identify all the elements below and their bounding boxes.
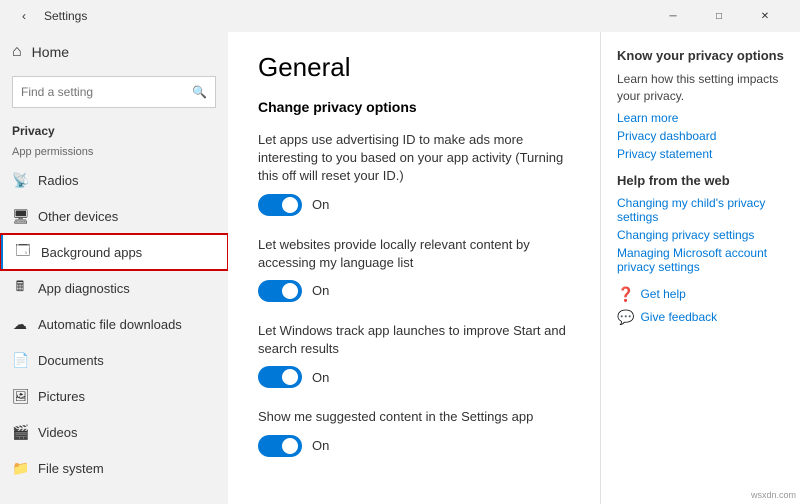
pictures-icon: 🖼: [12, 388, 28, 405]
minimize-button[interactable]: ─: [650, 0, 696, 32]
documents-label: Documents: [38, 353, 104, 368]
app-launches-toggle[interactable]: [258, 366, 302, 388]
back-button[interactable]: ‹: [12, 4, 36, 28]
language-list-description: Let websites provide locally relevant co…: [258, 236, 570, 272]
file-system-icon: 📁: [12, 460, 28, 477]
sidebar-item-other-devices[interactable]: 🖥 Other devices: [0, 198, 228, 234]
app-body: ⌂ Home 🔍 Privacy App permissions 📡 Radio…: [0, 32, 800, 504]
language-list-toggle-label: On: [312, 283, 329, 298]
privacy-section-label: Privacy: [0, 116, 228, 142]
app-permissions-label: App permissions: [0, 142, 228, 162]
documents-icon: 📄: [12, 352, 28, 369]
setting-suggested-content: Show me suggested content in the Setting…: [258, 408, 570, 456]
sidebar-item-file-system[interactable]: 📁 File system: [0, 450, 228, 486]
setting-advertising-id: Let apps use advertising ID to make ads …: [258, 131, 570, 216]
other-devices-icon: 🖥: [12, 208, 28, 225]
suggested-content-toggle-label: On: [312, 438, 329, 453]
advertising-id-toggle-row: On: [258, 194, 570, 216]
search-input[interactable]: [21, 85, 186, 99]
main-content: General Change privacy options Let apps …: [228, 32, 600, 504]
window-controls: ─ □ ✕: [650, 0, 788, 32]
privacy-dashboard-link[interactable]: Privacy dashboard: [617, 129, 784, 143]
right-panel: Know your privacy options Learn how this…: [600, 32, 800, 504]
watermark: wsxdn.com: [751, 490, 796, 500]
sidebar-item-auto-file-downloads[interactable]: ☁ Automatic file downloads: [0, 306, 228, 342]
get-help-action[interactable]: ❓ Get help: [617, 286, 784, 303]
background-apps-icon: 🗔: [15, 240, 31, 264]
app-diagnostics-icon: 🖩: [12, 276, 28, 300]
sidebar: ⌂ Home 🔍 Privacy App permissions 📡 Radio…: [0, 32, 228, 504]
background-apps-label: Background apps: [41, 245, 142, 260]
give-feedback-action[interactable]: 💬 Give feedback: [617, 309, 784, 326]
child-privacy-link[interactable]: Changing my child's privacy settings: [617, 196, 784, 224]
app-launches-toggle-label: On: [312, 370, 329, 385]
pictures-label: Pictures: [38, 389, 85, 404]
file-system-label: File system: [38, 461, 104, 476]
sidebar-item-videos[interactable]: 🎬 Videos: [0, 414, 228, 450]
get-help-label: Get help: [640, 287, 685, 301]
app-launches-description: Let Windows track app launches to improv…: [258, 322, 570, 358]
setting-language-list: Let websites provide locally relevant co…: [258, 236, 570, 302]
home-icon: ⌂: [12, 43, 22, 61]
get-help-icon: ❓: [617, 286, 634, 303]
suggested-content-toggle[interactable]: [258, 435, 302, 457]
radios-icon: 📡: [12, 172, 28, 189]
suggested-content-toggle-row: On: [258, 435, 570, 457]
sidebar-item-app-diagnostics[interactable]: 🖩 App diagnostics: [0, 270, 228, 306]
microsoft-account-link[interactable]: Managing Microsoft account privacy setti…: [617, 246, 784, 274]
change-privacy-link[interactable]: Changing privacy settings: [617, 228, 784, 242]
give-feedback-label: Give feedback: [640, 310, 717, 324]
know-privacy-title: Know your privacy options: [617, 48, 784, 63]
app-diagnostics-label: App diagnostics: [38, 281, 130, 296]
sidebar-item-radios[interactable]: 📡 Radios: [0, 162, 228, 198]
help-from-web-title: Help from the web: [617, 173, 784, 188]
search-box[interactable]: 🔍: [12, 76, 216, 108]
sidebar-item-pictures[interactable]: 🖼 Pictures: [0, 378, 228, 414]
close-button[interactable]: ✕: [742, 0, 788, 32]
advertising-id-description: Let apps use advertising ID to make ads …: [258, 131, 570, 186]
advertising-id-toggle-label: On: [312, 197, 329, 212]
advertising-id-toggle[interactable]: [258, 194, 302, 216]
videos-icon: 🎬: [12, 424, 28, 441]
give-feedback-icon: 💬: [617, 309, 634, 326]
sidebar-item-documents[interactable]: 📄 Documents: [0, 342, 228, 378]
language-list-toggle-row: On: [258, 280, 570, 302]
page-title: General: [258, 52, 570, 83]
learn-more-link[interactable]: Learn more: [617, 111, 784, 125]
other-devices-label: Other devices: [38, 209, 118, 224]
videos-label: Videos: [38, 425, 78, 440]
sidebar-item-background-apps[interactable]: 🗔 Background apps: [0, 234, 228, 270]
know-privacy-text: Learn how this setting impacts your priv…: [617, 71, 784, 105]
titlebar: ‹ Settings ─ □ ✕: [0, 0, 800, 32]
maximize-button[interactable]: □: [696, 0, 742, 32]
home-nav-item[interactable]: ⌂ Home: [0, 32, 228, 72]
auto-downloads-icon: ☁: [12, 316, 28, 333]
app-launches-toggle-row: On: [258, 366, 570, 388]
home-label: Home: [32, 44, 69, 60]
app-title: Settings: [44, 9, 650, 23]
search-icon: 🔍: [192, 85, 207, 99]
privacy-statement-link[interactable]: Privacy statement: [617, 147, 784, 161]
language-list-toggle[interactable]: [258, 280, 302, 302]
section-title: Change privacy options: [258, 99, 570, 115]
suggested-content-description: Show me suggested content in the Setting…: [258, 408, 570, 426]
setting-app-launches: Let Windows track app launches to improv…: [258, 322, 570, 388]
auto-downloads-label: Automatic file downloads: [38, 317, 182, 332]
radios-label: Radios: [38, 173, 78, 188]
